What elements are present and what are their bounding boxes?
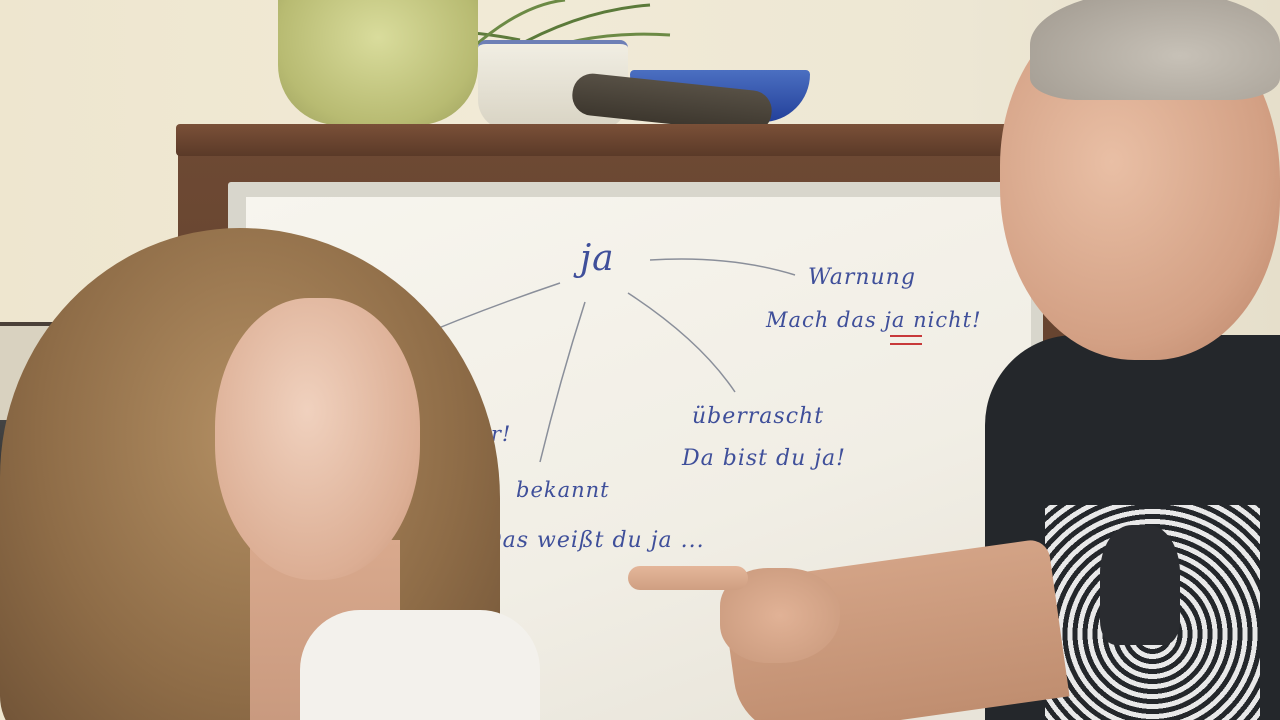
man-hair [1030, 0, 1280, 100]
woman-shirt [300, 610, 540, 720]
example-warnung: Mach das ja nicht! [766, 308, 982, 332]
center-word: ja [580, 238, 615, 279]
red-underline [890, 335, 922, 345]
shirt-print-figure [1100, 525, 1180, 645]
branch-warnung: Warnung [808, 265, 916, 290]
example-ueberrascht: Da bist du ja! [682, 446, 847, 471]
video-frame: ja Warnung Mach das ja nicht! ja super! … [0, 0, 1280, 720]
branch-ueberrascht: überrascht [692, 404, 825, 429]
branch-bekannt: bekannt [516, 478, 610, 502]
example-bekannt: Das weißt du ja ... [484, 528, 705, 553]
woman-face [215, 298, 420, 580]
pointing-finger [628, 566, 748, 590]
